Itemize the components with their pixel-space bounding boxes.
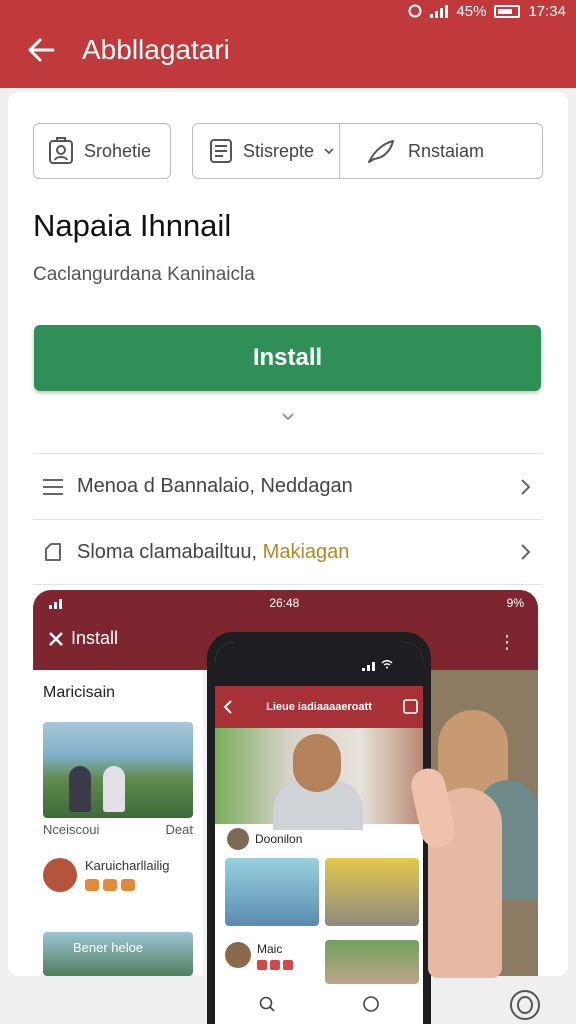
- wifi-icon: [381, 660, 393, 669]
- preview-title-text: Install: [71, 628, 119, 648]
- chevron-down-icon: [324, 148, 334, 155]
- alarm-icon: [408, 4, 422, 18]
- signal-icon: [362, 658, 375, 671]
- phone-thumbnail[interactable]: [325, 858, 419, 926]
- phone-item-name: Maic: [257, 942, 283, 956]
- preview-status-bar: 26:48 9%: [49, 596, 524, 610]
- phone-thumbnail[interactable]: [325, 940, 419, 984]
- app-bar-title: Abbllagatari: [82, 34, 230, 65]
- app-name: Napaia Ihnnail: [33, 208, 232, 243]
- list-row-details[interactable]: Menoa d Bannalaio, Neddagan: [33, 453, 542, 519]
- avatar: [225, 942, 251, 968]
- battery-icon: [494, 4, 521, 18]
- avatar: [43, 858, 77, 892]
- install-button[interactable]: Install: [34, 325, 541, 391]
- row-label-highlight: Makiagan: [262, 540, 350, 563]
- battery-text: 45%: [456, 2, 487, 20]
- row-label-text: Sloma clamabailtuu,: [77, 540, 263, 563]
- avatar: [227, 828, 249, 850]
- list-row-category[interactable]: Sloma clamabailtuu, Makiagan: [33, 519, 542, 585]
- preview-heading: Maricisain: [43, 684, 116, 701]
- chevron-down-icon[interactable]: [278, 406, 298, 426]
- phone-app-bar: Lieue iadiaaaaeroatt: [215, 686, 423, 728]
- phone-thumbnail[interactable]: [225, 858, 319, 926]
- row-label: Sloma clamabailtuu, Makiagan: [77, 541, 514, 564]
- chip-label-1: Srohetie: [84, 140, 152, 161]
- preview-item-tags: [85, 879, 170, 891]
- phone-nav-bar: [215, 984, 423, 1024]
- chip-group: Stisrepte Rnstaiam: [192, 123, 543, 179]
- share-icon[interactable]: [397, 697, 423, 717]
- signal-icon: [430, 4, 449, 18]
- chip-button-1[interactable]: Srohetie: [33, 123, 171, 179]
- phone-status-bar: [215, 642, 423, 686]
- status-bar: 45% 17:34: [408, 0, 566, 22]
- feather-icon: [368, 140, 394, 163]
- chevron-right-icon: [521, 544, 531, 560]
- clock: 17:34: [528, 2, 566, 20]
- preview-item-name: Karuicharllailig: [85, 858, 170, 873]
- chip-button-3[interactable]: Rnstaiam: [340, 124, 542, 178]
- preview-title: Install: [47, 628, 118, 649]
- preview-feed: Maricisain Nceiscoui Deat Karuicharllail…: [33, 670, 203, 976]
- preview-time: 26:48: [269, 596, 300, 610]
- phone-author-name: Doonilon: [255, 832, 303, 846]
- row-label: Menoa d Bannalaio, Neddagan: [77, 475, 353, 497]
- chevron-left-icon[interactable]: [215, 697, 241, 717]
- close-icon: [49, 631, 63, 646]
- home-icon[interactable]: [362, 995, 380, 1013]
- phone-author: Doonilon: [227, 828, 302, 850]
- chip-button-2[interactable]: Stisrepte: [193, 124, 340, 178]
- document-icon: [210, 139, 232, 163]
- chip-label-3: Rnstaiam: [408, 140, 485, 161]
- phone-mockup: Lieue iadiaaaaeroatt Doonilon Maic: [207, 632, 431, 1024]
- preview-caption-left: Nceiscoui: [43, 822, 100, 837]
- signal-icon: [49, 596, 62, 609]
- preview-battery: 9%: [506, 596, 524, 610]
- assistant-button[interactable]: [510, 990, 540, 1020]
- phone-hero-photo: [215, 728, 423, 830]
- battery-icon: [399, 660, 413, 669]
- tag-icon: [41, 540, 65, 564]
- phone-item-tags: [257, 960, 293, 970]
- app-bar: Abbllagatari: [0, 28, 576, 72]
- menu-icon: [41, 475, 65, 499]
- arrow-left-icon: [28, 38, 55, 62]
- preview-banner: Bener heloe: [43, 932, 193, 976]
- back-button[interactable]: [20, 29, 62, 71]
- phone-list-item: Maic: [225, 942, 293, 970]
- app-subtitle: Caclangurdana Kaninaicla: [33, 264, 255, 285]
- phone-title: Lieue iadiaaaaeroatt: [266, 701, 372, 713]
- preview-photo-beach: [43, 722, 193, 818]
- chip-label-2: Stisrepte: [243, 140, 315, 161]
- chevron-right-icon: [521, 478, 531, 495]
- contact-icon: [49, 137, 73, 164]
- top-bar: 45% 17:34 Abbllagatari: [0, 0, 576, 88]
- search-icon[interactable]: [258, 995, 276, 1013]
- more-vert-icon: ⋮: [498, 632, 516, 652]
- preview-caption-right: Deat: [165, 822, 193, 837]
- hand-illustration: [428, 788, 502, 978]
- preview-caption: Nceiscoui Deat: [43, 822, 193, 837]
- preview-list-item: Karuicharllailig: [43, 858, 193, 892]
- phone-screen: Lieue iadiaaaaeroatt Doonilon Maic: [215, 642, 423, 1024]
